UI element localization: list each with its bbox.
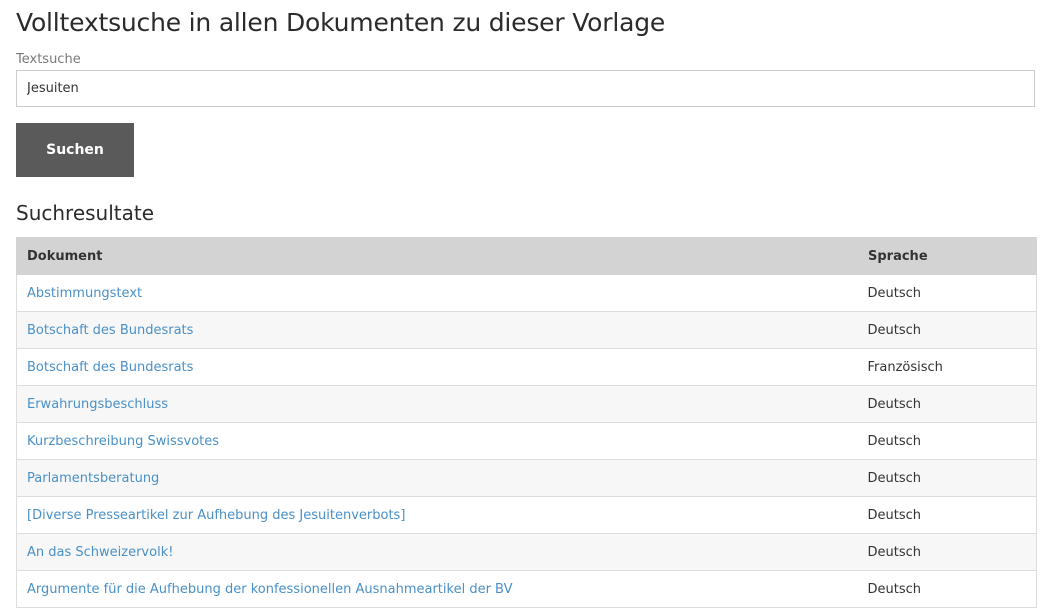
results-heading: Suchresultate (16, 201, 155, 225)
document-link[interactable]: Argumente für die Aufhebung der konfessi… (27, 582, 512, 597)
language-cell: Deutsch (857, 385, 1037, 423)
search-input[interactable] (16, 70, 1035, 107)
search-label: Textsuche (16, 52, 81, 67)
language-cell: Deutsch (857, 311, 1037, 349)
table-row: [Diverse Presseartikel zur Aufhebung des… (16, 496, 1037, 534)
document-link[interactable]: An das Schweizervolk! (27, 545, 173, 560)
document-cell: Abstimmungstext (16, 275, 858, 312)
document-cell: Parlamentsberatung (16, 459, 858, 497)
document-cell: Botschaft des Bundesrats (16, 311, 858, 349)
table-row: Botschaft des Bundesrats Deutsch (16, 311, 1037, 349)
document-link[interactable]: Parlamentsberatung (27, 471, 159, 486)
language-cell: Deutsch (857, 496, 1037, 534)
search-button[interactable]: Suchen (16, 123, 134, 177)
column-header-language: Sprache (857, 237, 1037, 275)
table-row: Abstimmungstext Deutsch (16, 275, 1037, 312)
document-cell: Erwahrungsbeschluss (16, 385, 858, 423)
document-cell: Argumente für die Aufhebung der konfessi… (16, 570, 858, 608)
document-cell: Kurzbeschreibung Swissvotes (16, 422, 858, 460)
document-cell: An das Schweizervolk! (16, 533, 858, 571)
language-cell: Deutsch (857, 459, 1037, 497)
document-link[interactable]: Kurzbeschreibung Swissvotes (27, 434, 219, 449)
column-header-document: Dokument (16, 237, 858, 275)
page-title: Volltextsuche in allen Dokumenten zu die… (16, 8, 666, 37)
table-row: Argumente für die Aufhebung der konfessi… (16, 570, 1037, 608)
language-cell: Deutsch (857, 422, 1037, 460)
language-cell: Deutsch (857, 570, 1037, 608)
document-link[interactable]: Botschaft des Bundesrats (27, 360, 193, 375)
table-row: Botschaft des Bundesrats Französisch (16, 348, 1037, 386)
language-cell: Französisch (857, 348, 1037, 386)
document-link[interactable]: Erwahrungsbeschluss (27, 397, 168, 412)
table-row: Erwahrungsbeschluss Deutsch (16, 385, 1037, 423)
document-link[interactable]: Botschaft des Bundesrats (27, 323, 193, 338)
results-table: Dokument Sprache Abstimmungstext Deutsch… (16, 237, 1037, 608)
document-cell: Botschaft des Bundesrats (16, 348, 858, 386)
document-cell: [Diverse Presseartikel zur Aufhebung des… (16, 496, 858, 534)
table-header-row: Dokument Sprache (16, 237, 1037, 275)
language-cell: Deutsch (857, 275, 1037, 312)
table-row: Kurzbeschreibung Swissvotes Deutsch (16, 422, 1037, 460)
table-row: An das Schweizervolk! Deutsch (16, 533, 1037, 571)
document-link[interactable]: Abstimmungstext (27, 286, 142, 301)
table-row: Parlamentsberatung Deutsch (16, 459, 1037, 497)
document-link[interactable]: [Diverse Presseartikel zur Aufhebung des… (27, 508, 405, 523)
language-cell: Deutsch (857, 533, 1037, 571)
